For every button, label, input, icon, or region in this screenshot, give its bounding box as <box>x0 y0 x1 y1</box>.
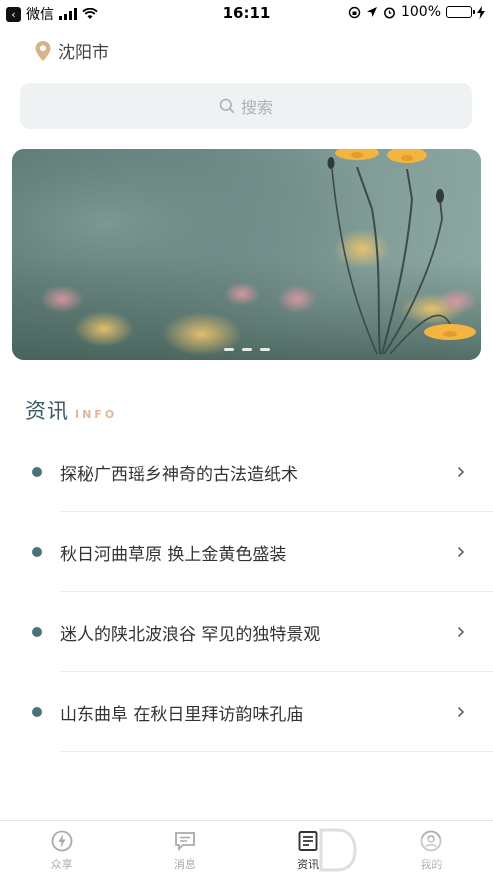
lock-rotation-icon <box>348 6 361 18</box>
bullet-dot-icon <box>32 707 42 717</box>
tab-news[interactable]: 资讯 <box>247 821 370 880</box>
lightning-icon <box>51 830 73 852</box>
banner-carousel[interactable] <box>12 149 481 360</box>
news-item[interactable]: 迷人的陕北波浪谷 罕见的独特景观 <box>0 592 493 672</box>
news-item[interactable]: 探秘广西瑶乡神奇的古法造纸术 <box>0 432 493 512</box>
tab-zhongxiang[interactable]: 众享 <box>0 821 123 880</box>
carousel-dot[interactable] <box>241 348 252 351</box>
section-heading: 资讯 INFO <box>25 395 117 425</box>
carousel-indicator[interactable] <box>12 348 481 351</box>
search-placeholder: 搜索 <box>240 98 273 117</box>
location-selector[interactable]: 沈阳市 <box>34 38 109 63</box>
location-arrow-icon <box>366 7 377 17</box>
status-right: 100% <box>348 4 485 20</box>
news-icon <box>298 831 318 851</box>
city-name: 沈阳市 <box>58 43 109 63</box>
chevron-right-icon <box>457 546 465 558</box>
location-pin-icon <box>35 40 51 61</box>
tab-label: 消息 <box>173 858 196 871</box>
tab-label: 资讯 <box>297 858 320 871</box>
alarm-icon <box>384 7 395 18</box>
carousel-dot[interactable] <box>259 348 270 351</box>
carousel-dot[interactable] <box>223 348 234 351</box>
news-title: 秋日河曲草原 换上金黄色盛装 <box>60 544 287 565</box>
news-item[interactable]: 秋日河曲草原 换上金黄色盛装 <box>0 512 493 592</box>
tab-profile[interactable]: 我的 <box>370 821 493 880</box>
tab-messages[interactable]: 消息 <box>123 821 246 880</box>
search-bar[interactable]: 搜索 <box>20 83 472 129</box>
banner-image <box>12 149 481 360</box>
tab-label: 我的 <box>420 858 443 871</box>
charging-icon <box>477 5 485 19</box>
bullet-dot-icon <box>32 467 42 477</box>
news-title: 探秘广西瑶乡神奇的古法造纸术 <box>60 464 298 485</box>
battery-icon <box>446 6 475 18</box>
chevron-right-icon <box>457 626 465 638</box>
search-icon <box>219 98 235 114</box>
news-title: 山东曲阜 在秋日里拜访韵味孔庙 <box>60 704 304 725</box>
status-bar: ‹ 微信 16:11 100% <box>0 0 493 26</box>
tab-label: 众享 <box>50 858 73 871</box>
section-title: 资讯 <box>25 399 69 423</box>
message-icon <box>174 832 195 852</box>
bullet-dot-icon <box>32 627 42 637</box>
tab-bar: 众享 消息 资讯 我的 <box>0 820 493 880</box>
battery-percent: 100% <box>400 4 441 20</box>
news-title: 迷人的陕北波浪谷 罕见的独特景观 <box>60 624 321 645</box>
section-subtitle: INFO <box>75 408 118 421</box>
chevron-right-icon <box>457 706 465 718</box>
news-item[interactable]: 山东曲阜 在秋日里拜访韵味孔庙 <box>0 672 493 752</box>
chevron-right-icon <box>457 466 465 478</box>
news-list: 探秘广西瑶乡神奇的古法造纸术 秋日河曲草原 换上金黄色盛装 迷人的陕北波浪谷 罕… <box>0 432 493 752</box>
profile-icon <box>420 830 442 852</box>
bullet-dot-icon <box>32 547 42 557</box>
